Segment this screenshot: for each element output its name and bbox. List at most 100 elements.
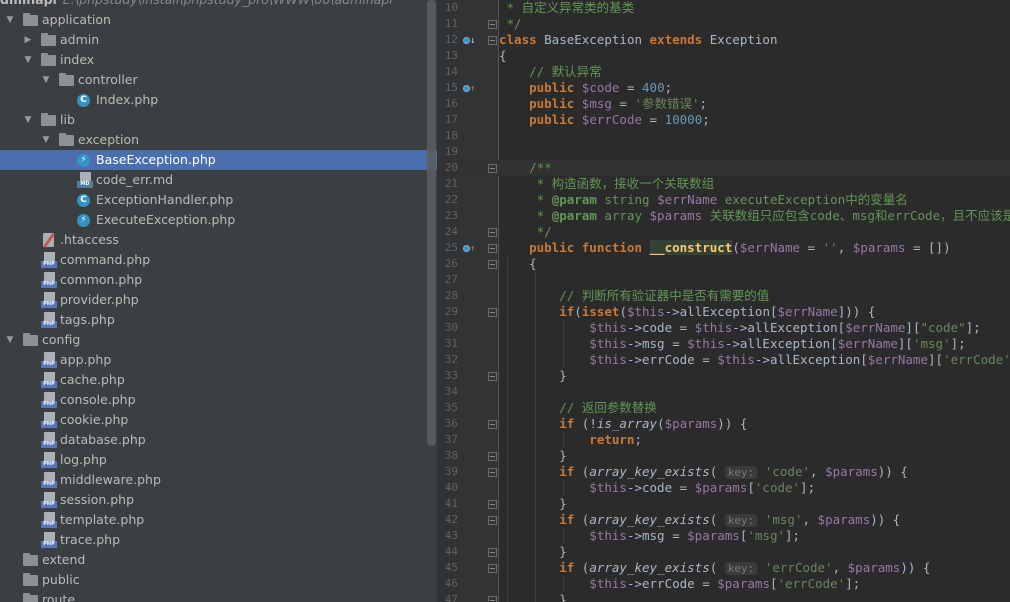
fold-toggle-icon[interactable] <box>488 372 497 381</box>
code-line[interactable]: 40 $this->code = $params['code']; <box>437 480 1010 496</box>
code-line[interactable]: 25 ↑ public function __construct($errName… <box>437 240 1010 256</box>
code-line[interactable]: 43 $this->msg = $params['msg']; <box>437 528 1010 544</box>
tree-item-application[interactable]: ▼ application <box>0 10 437 30</box>
code-line[interactable]: 37 return; <box>437 432 1010 448</box>
chevron-down-icon[interactable]: ▼ <box>4 10 16 30</box>
tree-item-baseexception-php[interactable]: ⚡ BaseException.php <box>0 150 437 170</box>
code-line[interactable]: 16 public $msg = '参数错误'; <box>437 96 1010 112</box>
tree-item-controller[interactable]: ▼ controller <box>0 70 437 90</box>
tree-item-command-php[interactable]: PHP command.php <box>0 250 437 270</box>
fold-toggle-icon[interactable] <box>488 596 497 602</box>
fold-toggle-icon[interactable] <box>488 20 497 29</box>
code-line[interactable]: 33 } <box>437 368 1010 384</box>
code-line[interactable]: 27 <box>437 272 1010 288</box>
fold-toggle-icon[interactable] <box>488 420 497 429</box>
overrides-up-icon[interactable]: ↑ <box>463 83 475 94</box>
tree-item-trace-php[interactable]: PHP trace.php <box>0 530 437 550</box>
fold-toggle-icon[interactable] <box>488 228 497 237</box>
code-line[interactable]: 30 $this->code = $this->allException[$er… <box>437 320 1010 336</box>
code-line[interactable]: 36 if (!is_array($params)) { <box>437 416 1010 432</box>
chevron-down-icon[interactable]: ▼ <box>22 110 34 130</box>
tree-item-log-php[interactable]: PHP log.php <box>0 450 437 470</box>
code-line[interactable]: 20 /** <box>437 160 1010 176</box>
tree-item-lib[interactable]: ▼ lib <box>0 110 437 130</box>
tree-item-cache-php[interactable]: PHP cache.php <box>0 370 437 390</box>
exception-class-icon: ⚡ <box>77 214 90 227</box>
tree-item-console-php[interactable]: PHP console.php <box>0 390 437 410</box>
tree-item-exception[interactable]: ▼ exception <box>0 130 437 150</box>
fold-toggle-icon[interactable] <box>488 516 497 525</box>
fold-toggle-icon[interactable] <box>488 548 497 557</box>
code-line[interactable]: 14 // 默认异常 <box>437 64 1010 80</box>
code-line[interactable]: 26 { <box>437 256 1010 272</box>
fold-toggle-icon[interactable] <box>488 36 497 45</box>
tree-item-common-php[interactable]: PHP common.php <box>0 270 437 290</box>
fold-toggle-icon[interactable] <box>488 500 497 509</box>
tree-item-executeexception-php[interactable]: ⚡ ExecuteException.php <box>0 210 437 230</box>
tree-scrollbar-thumb[interactable] <box>427 0 436 446</box>
chevron-down-icon[interactable]: ▼ <box>4 330 16 350</box>
code-line[interactable]: 31 $this->msg = $this->allException[$err… <box>437 336 1010 352</box>
fold-toggle-icon[interactable] <box>488 452 497 461</box>
tree-item-extend[interactable]: extend <box>0 550 437 570</box>
fold-toggle-icon[interactable] <box>488 260 497 269</box>
chevron-down-icon[interactable]: ▼ <box>40 70 52 90</box>
tree-item-app-php[interactable]: PHP app.php <box>0 350 437 370</box>
code-token: // 默认异常 <box>499 64 602 79</box>
tree-item-middleware-php[interactable]: PHP middleware.php <box>0 470 437 490</box>
tree-item-exceptionhandler-php[interactable]: C ExceptionHandler.php <box>0 190 437 210</box>
tree-item-htaccess[interactable]: .htaccess <box>0 230 437 250</box>
tree-item-session-php[interactable]: PHP session.php <box>0 490 437 510</box>
code-line[interactable]: 29 if(isset($this->allException[$errName… <box>437 304 1010 320</box>
code-line[interactable]: 41 } <box>437 496 1010 512</box>
code-line[interactable]: 11 */ <box>437 16 1010 32</box>
tree-item-template-php[interactable]: PHP template.php <box>0 510 437 530</box>
tree-item-config[interactable]: ▼ config <box>0 330 437 350</box>
code-line[interactable]: 19 <box>437 144 1010 160</box>
code-line[interactable]: 22 * @param string $errName executeExcep… <box>437 192 1010 208</box>
code-line[interactable]: 34 <box>437 384 1010 400</box>
tree-item-tags-php[interactable]: PHP tags.php <box>0 310 437 330</box>
code-line[interactable]: 39 if (array_key_exists( key: 'code', $p… <box>437 464 1010 480</box>
code-line[interactable]: 44 } <box>437 544 1010 560</box>
code-line[interactable]: 23 * @param array $params 关联数组只应包含code、m… <box>437 208 1010 224</box>
chevron-down-icon[interactable]: ▼ <box>22 50 34 70</box>
fold-toggle-icon[interactable] <box>488 468 497 477</box>
fold-toggle-icon[interactable] <box>488 564 497 573</box>
tree-item-code-err-md[interactable]: MD code_err.md <box>0 170 437 190</box>
fold-toggle-icon[interactable] <box>488 244 497 253</box>
fold-toggle-icon[interactable] <box>488 308 497 317</box>
code-line[interactable]: 24 */ <box>437 224 1010 240</box>
code-line[interactable]: 47 } <box>437 592 1010 602</box>
code-line[interactable]: 46 $this->errCode = $params['errCode']; <box>437 576 1010 592</box>
code-line[interactable]: 45 if (array_key_exists( key: 'errCode',… <box>437 560 1010 576</box>
chevron-down-icon[interactable]: ▼ <box>40 130 52 150</box>
code-line[interactable]: 12 ↓ class BaseException extends Exception <box>437 32 1010 48</box>
implemented-down-icon[interactable]: ↓ <box>463 35 475 46</box>
fold-toggle-icon[interactable] <box>488 164 497 173</box>
code-line[interactable]: 13 { <box>437 48 1010 64</box>
code-editor[interactable]: 10 * 自定义异常类的基类 11 */12 ↓ class BaseExceptio… <box>437 0 1010 602</box>
tree-item-admin[interactable]: ▶ admin <box>0 30 437 50</box>
code-line[interactable]: 28 // 判断所有验证器中是否有需要的值 <box>437 288 1010 304</box>
code-text: return; <box>499 432 642 448</box>
code-line[interactable]: 42 if (array_key_exists( key: 'msg', $pa… <box>437 512 1010 528</box>
tree-item-database-php[interactable]: PHP database.php <box>0 430 437 450</box>
code-line[interactable]: 15 ↑ public $code = 400; <box>437 80 1010 96</box>
tree-item-cookie-php[interactable]: PHP cookie.php <box>0 410 437 430</box>
chevron-right-icon[interactable]: ▶ <box>22 30 34 50</box>
tree-item-route[interactable]: route <box>0 590 437 602</box>
overrides-up-icon[interactable]: ↑ <box>463 243 475 254</box>
code-line[interactable]: 18 <box>437 128 1010 144</box>
code-line[interactable]: 32 $this->errCode = $this->allException[… <box>437 352 1010 368</box>
code-line[interactable]: 21 * 构造函数，接收一个关联数组 <box>437 176 1010 192</box>
code-line[interactable]: 17 public $errCode = 10000; <box>437 112 1010 128</box>
tree-item-index-php[interactable]: C Index.php <box>0 90 437 110</box>
code-line[interactable]: 10 * 自定义异常类的基类 <box>437 0 1010 16</box>
tree-item-public[interactable]: public <box>0 570 437 590</box>
code-line[interactable]: 35 // 返回参数替换 <box>437 400 1010 416</box>
tree-root-row[interactable]: dminapi E:\phpstudy\install\phpstudy_pro\… <box>0 0 437 10</box>
tree-item-index[interactable]: ▼ index <box>0 50 437 70</box>
code-line[interactable]: 38 } <box>437 448 1010 464</box>
tree-item-provider-php[interactable]: PHP provider.php <box>0 290 437 310</box>
